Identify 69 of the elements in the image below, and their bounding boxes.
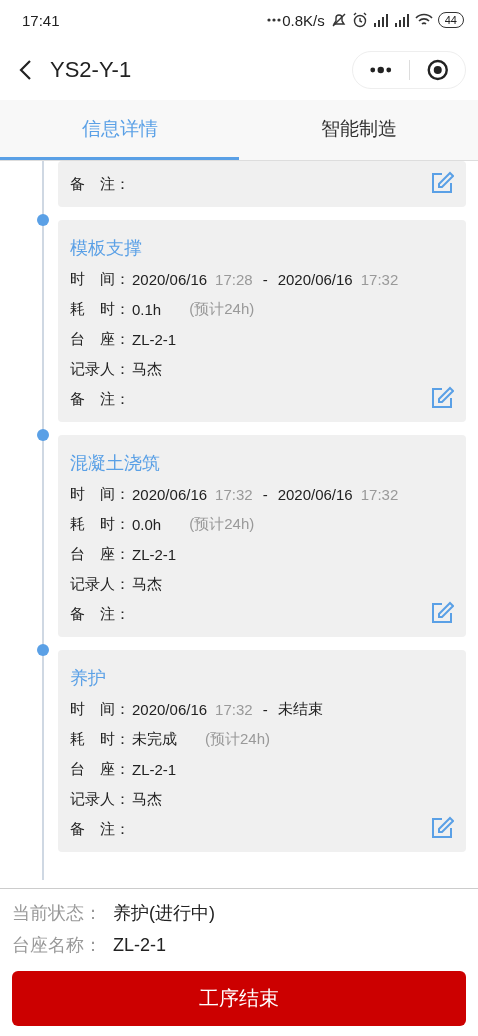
field-label: 台 座：: [70, 544, 131, 564]
separator-text: -: [262, 270, 268, 288]
back-icon[interactable]: [18, 59, 32, 81]
field-label: 时 间：: [70, 699, 131, 719]
field-label: 耗 时：: [70, 514, 131, 534]
signal-icon: [372, 13, 389, 27]
field-value: 2020/06/16: [132, 485, 208, 503]
end-process-button[interactable]: 工序结束: [12, 971, 466, 1026]
timeline-dot: [37, 214, 49, 226]
summary-label: 台座名称：: [12, 934, 103, 957]
time-text: 17:32: [215, 485, 253, 503]
estimate-text: (预计24h): [205, 729, 271, 749]
field-value: 未完成: [132, 729, 177, 749]
field-label: 耗 时：: [70, 729, 131, 749]
field-value: 马杰: [132, 574, 162, 594]
field-value: ZL-2-1: [132, 760, 177, 778]
separator-text: -: [262, 700, 268, 718]
field-label: 备 注：: [70, 819, 131, 839]
time-text: 17:32: [215, 700, 253, 718]
time-text: 17:32: [360, 485, 399, 503]
field-value: 马杰: [132, 359, 162, 379]
field-value: 2020/06/16: [277, 270, 353, 288]
edit-icon[interactable]: [430, 386, 454, 410]
field-label: 台 座：: [70, 329, 131, 349]
field-value: ZL-2-1: [132, 330, 177, 348]
separator-text: -: [262, 485, 268, 503]
field-label: 耗 时：: [70, 299, 131, 319]
field-label: 记录人：: [70, 789, 131, 809]
edit-icon[interactable]: [430, 601, 454, 625]
step-title: 养护: [70, 667, 107, 690]
field-value: 马杰: [132, 789, 162, 809]
field-value: ZL-2-1: [132, 545, 177, 563]
edit-icon[interactable]: [430, 816, 454, 840]
step-title: 模板支撑: [70, 237, 143, 260]
bell-off-icon: [330, 12, 347, 28]
tab[interactable]: 智能制造: [239, 100, 478, 160]
estimate-text: (预计24h): [189, 299, 255, 319]
field-label: 记录人：: [70, 359, 131, 379]
field-label: 备 注：: [70, 389, 131, 409]
field-label: 台 座：: [70, 759, 131, 779]
field-label: 备 注：: [70, 174, 131, 194]
alarm-icon: [351, 12, 368, 28]
page-title: YS2-Y-1: [50, 57, 133, 83]
step-title: 混凝土浇筑: [70, 452, 161, 475]
time-text: 17:32: [360, 270, 399, 288]
field-value: 2020/06/16: [132, 700, 208, 718]
edit-icon[interactable]: [430, 171, 454, 195]
network-speed: 0.8K/s: [282, 11, 325, 29]
field-value: 2020/06/16: [132, 270, 208, 288]
field-label: 备 注：: [70, 604, 131, 624]
field-label: 时 间：: [70, 484, 131, 504]
wifi-icon: [414, 13, 433, 27]
field-value: 未结束: [277, 699, 323, 719]
summary-label: 当前状态：: [12, 902, 103, 925]
timeline-dot: [37, 429, 49, 441]
summary-value: 养护(进行中): [113, 902, 215, 925]
field-label: 记录人：: [70, 574, 131, 594]
signal-icon: [393, 13, 410, 27]
time-text: 17:28: [215, 270, 253, 288]
estimate-text: (预计24h): [189, 514, 255, 534]
dots-icon: [267, 18, 282, 22]
field-value: 0.0h: [132, 515, 162, 533]
timeline-dot: [37, 644, 49, 656]
summary-value: ZL-2-1: [113, 934, 166, 956]
field-label: 时 间：: [70, 269, 131, 289]
field-value: 2020/06/16: [277, 485, 353, 503]
status-time: 17:41: [22, 11, 61, 29]
battery-level: 44: [437, 12, 464, 28]
field-value: 0.1h: [132, 300, 162, 318]
